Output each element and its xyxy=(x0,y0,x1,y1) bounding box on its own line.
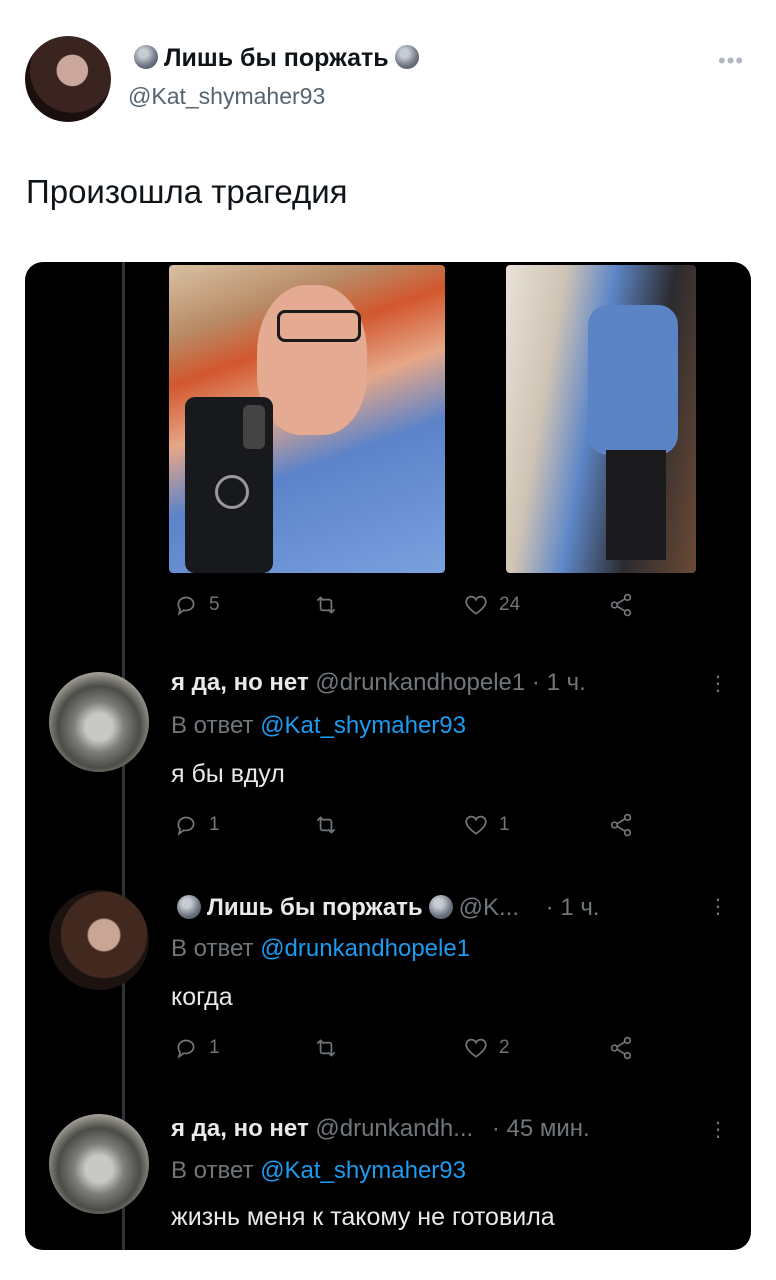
reply-text: когда xyxy=(171,983,233,1011)
retweet-icon xyxy=(313,812,339,838)
glasses-shape xyxy=(277,310,361,342)
like-count: 2 xyxy=(499,1037,510,1058)
author-handle[interactable]: @Kat_shymaher93 xyxy=(128,83,325,110)
face-shape xyxy=(257,285,367,435)
reply-actions: 1 1 xyxy=(25,812,751,846)
reply-author-name: я да, но нет xyxy=(171,1115,309,1142)
reply-button[interactable]: 5 xyxy=(173,592,220,618)
like-count: 24 xyxy=(499,594,521,615)
reply-header[interactable]: Лишь бы поржать @K... · 1 ч. xyxy=(171,894,600,922)
like-button[interactable]: 1 xyxy=(463,812,510,838)
reply-author-handle: @drunkandh... xyxy=(315,1115,474,1142)
reply-to-link[interactable]: @drunkandhopele1 xyxy=(260,935,470,962)
hoodie-shape xyxy=(588,305,678,455)
selfie-photo-2[interactable] xyxy=(506,265,696,573)
reply-text: жизнь меня к такому не готовила xyxy=(171,1203,555,1231)
reply-time: · 45 мин. xyxy=(491,1115,590,1142)
retweet-icon xyxy=(313,1035,339,1061)
tweet-text: Произошла трагедия xyxy=(26,173,348,210)
ring-holder-shape xyxy=(215,475,249,509)
reply-more-icon[interactable]: ⋮ xyxy=(708,671,728,696)
retweet-button[interactable] xyxy=(313,1035,339,1061)
retweet-button[interactable] xyxy=(313,592,339,618)
embedded-screenshot[interactable]: 5 24 я да, но нет @drunkandhopele1 · 1 ч… xyxy=(25,262,751,1250)
reply-to-label: В ответ xyxy=(171,1157,254,1184)
reply-author-name: я да, но нет xyxy=(171,669,309,696)
reply-icon xyxy=(173,592,199,618)
reply-header[interactable]: я да, но нет @drunkandh... · 45 мин. xyxy=(171,1115,590,1143)
moon-emoji-icon xyxy=(177,894,201,919)
reply-button[interactable]: 1 xyxy=(173,812,220,838)
share-icon xyxy=(608,1035,634,1061)
share-icon xyxy=(608,812,634,838)
share-icon xyxy=(608,592,634,618)
retweet-button[interactable] xyxy=(313,812,339,838)
share-button[interactable] xyxy=(608,1035,634,1061)
reply-time: · 1 ч. xyxy=(531,669,586,696)
phone-shape xyxy=(185,397,273,573)
reply-count: 1 xyxy=(209,1037,220,1058)
moon-emoji-icon xyxy=(428,894,453,919)
reply-header[interactable]: я да, но нет @drunkandhopele1 · 1 ч. xyxy=(171,669,586,697)
camera-shape xyxy=(243,405,265,449)
author-name: Лишь бы поржать xyxy=(164,44,389,72)
tweet-actions: 5 24 xyxy=(25,592,751,626)
legs-shape xyxy=(606,450,666,560)
like-button[interactable]: 2 xyxy=(463,1035,510,1061)
reply-to-line: В ответ @Kat_shymaher93 xyxy=(171,712,466,740)
heart-icon xyxy=(463,812,489,838)
share-button[interactable] xyxy=(608,592,634,618)
reply-more-icon[interactable]: ⋮ xyxy=(708,1117,728,1142)
moon-emoji-icon xyxy=(394,45,419,70)
heart-icon xyxy=(463,592,489,618)
reply-text: я бы вдул xyxy=(171,760,285,788)
reply-author-name: Лишь бы поржать xyxy=(207,894,423,921)
reply-to-label: В ответ xyxy=(171,935,254,962)
moon-emoji-icon xyxy=(134,45,158,70)
reply-count: 1 xyxy=(209,814,220,835)
reply-author-handle: @K... xyxy=(458,894,520,921)
retweet-icon xyxy=(313,592,339,618)
reply-avatar-girl[interactable] xyxy=(49,890,149,990)
reply-author-handle: @drunkandhopele1 xyxy=(315,669,526,696)
reply-avatar-cat[interactable] xyxy=(49,1114,149,1214)
like-button[interactable]: 24 xyxy=(463,592,520,618)
reply-icon xyxy=(173,812,199,838)
reply-button[interactable]: 1 xyxy=(173,1035,220,1061)
reply-to-link[interactable]: @Kat_shymaher93 xyxy=(260,1157,466,1184)
reply-icon xyxy=(173,1035,199,1061)
share-button[interactable] xyxy=(608,812,634,838)
selfie-photo-1[interactable] xyxy=(169,265,445,573)
reply-more-icon[interactable]: ⋮ xyxy=(708,894,728,919)
reply-actions: 1 2 xyxy=(25,1035,751,1069)
like-count: 1 xyxy=(499,814,510,835)
reply-count: 5 xyxy=(209,594,220,615)
reply-time: · 1 ч. xyxy=(545,894,600,921)
reply-to-label: В ответ xyxy=(171,712,254,739)
reply-to-link[interactable]: @Kat_shymaher93 xyxy=(260,712,466,739)
author-name-row[interactable]: Лишь бы поржать xyxy=(128,44,425,73)
reply-avatar-cat[interactable] xyxy=(49,672,149,772)
author-avatar[interactable] xyxy=(25,36,111,122)
reply-to-line: В ответ @Kat_shymaher93 xyxy=(171,1157,466,1185)
reply-to-line: В ответ @drunkandhopele1 xyxy=(171,935,470,963)
heart-icon xyxy=(463,1035,489,1061)
more-options-icon[interactable]: ••• xyxy=(718,48,744,74)
